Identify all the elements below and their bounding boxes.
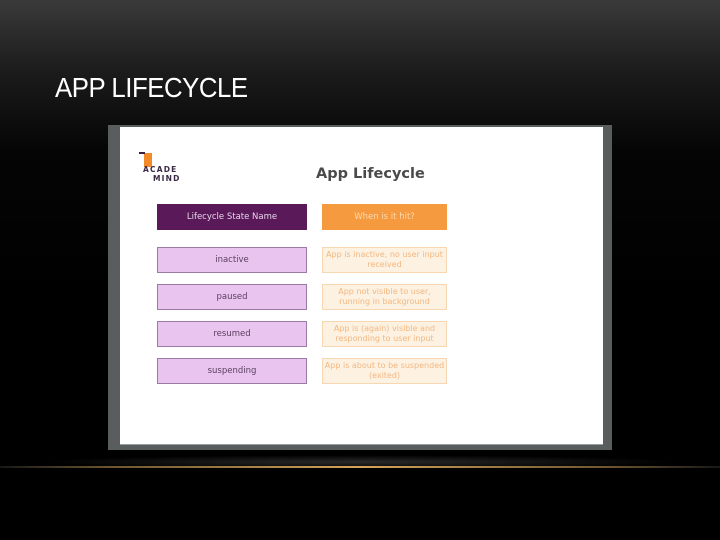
gold-divider <box>0 466 720 468</box>
state-paused: paused <box>157 284 307 310</box>
embedded-screenshot: ACADE MIND App Lifecycle Lifecycle State… <box>120 127 603 445</box>
lifecycle-title: App Lifecycle <box>316 166 425 182</box>
embedded-screenshot-frame: ACADE MIND App Lifecycle Lifecycle State… <box>108 125 612 450</box>
state-suspending: suspending <box>157 358 307 384</box>
state-inactive: inactive <box>157 247 307 273</box>
header-state-name: Lifecycle State Name <box>157 204 307 230</box>
state-resumed: resumed <box>157 321 307 347</box>
desc-resumed: App is (again) visible and responding to… <box>322 321 447 347</box>
academind-logo: ACADE MIND <box>137 151 197 191</box>
slide-title: APP LIFECYCLE <box>55 72 248 103</box>
desc-paused: App not visible to user, running in back… <box>322 284 447 310</box>
desc-inactive: App is inactive, no user input received <box>322 247 447 273</box>
logo-text-line2: MIND <box>153 174 181 183</box>
logo-text-line1: ACADE <box>143 165 178 174</box>
desc-suspending: App is about to be suspended (exited) <box>322 358 447 384</box>
header-when-hit: When is it hit? <box>322 204 447 230</box>
